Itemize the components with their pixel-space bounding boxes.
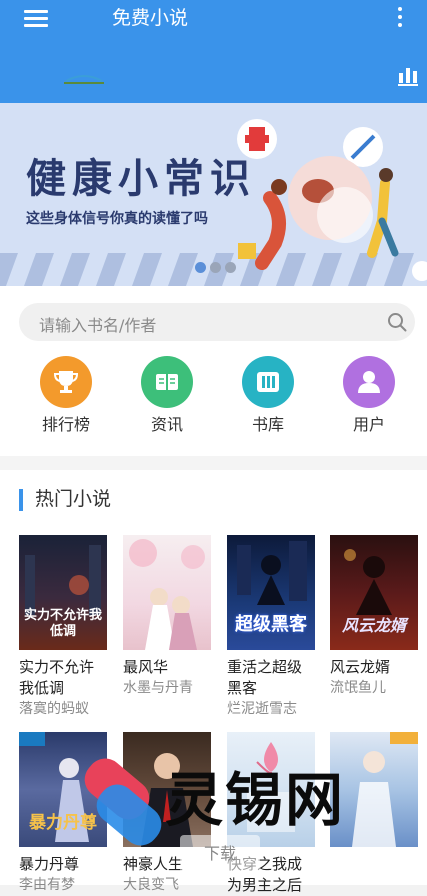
quick-link-label: 资讯: [150, 415, 183, 434]
quick-link-ranking[interactable]: 排行榜: [28, 356, 104, 436]
book-title: 最风华: [123, 658, 169, 676]
section-divider: [0, 456, 427, 470]
quick-link-library[interactable]: 书库: [230, 356, 306, 436]
banner-title: 健康小常识: [26, 156, 256, 202]
section-accent-bar: [19, 489, 23, 511]
bar-chart-icon[interactable]: [397, 65, 419, 87]
book-cover[interactable]: 超级黑客: [227, 535, 315, 650]
book-card[interactable]: 实力不允许我低调 实力不允许我低调 落寞的蚂蚁: [19, 535, 107, 719]
book-author: 落寞的蚂蚁: [19, 701, 89, 717]
book-author: 水墨与丹青: [123, 680, 193, 696]
book-title: 风云龙婿: [330, 658, 391, 676]
book-title: 实力不允许我低调: [19, 658, 95, 697]
book-author: 流氓鱼儿: [330, 680, 386, 696]
watermark-text: 灵锡网: [165, 766, 346, 834]
search-input[interactable]: 请输入书名/作者: [39, 312, 156, 336]
banner-dot[interactable]: [210, 262, 221, 273]
book-card[interactable]: 最风华 水墨与丹青: [123, 535, 211, 698]
book-author: 李由有梦: [19, 877, 75, 893]
app-title: 免费小说: [112, 7, 189, 29]
quick-link-news[interactable]: 资讯: [129, 356, 205, 436]
site-logo: [60, 70, 108, 84]
book-author: 烂泥逝雪志: [227, 701, 297, 717]
menu-icon[interactable]: [24, 10, 48, 28]
app-header: 免费小说: [0, 0, 427, 103]
quick-link-label: 用户: [352, 415, 385, 434]
book-cover[interactable]: 风云龙婿: [330, 535, 418, 650]
cover-art: [129, 539, 205, 650]
trophy-icon: [40, 356, 92, 408]
banner-subtitle: 这些身体信号你真的读懂了吗: [26, 211, 208, 227]
book-card[interactable]: 超级黑客 重活之超级黑客 烂泥逝雪志: [227, 535, 315, 719]
books-icon: [242, 356, 294, 408]
cover-title: 实力不允许我低调: [23, 608, 102, 639]
book-title: 重活之超级黑客: [227, 658, 303, 697]
cover-title: 超级黑客: [235, 614, 307, 635]
news-icon: [141, 356, 193, 408]
section-title: 热门小说: [35, 488, 112, 510]
cover-title: 风云龙婿: [341, 616, 406, 635]
banner-pagination: [195, 258, 240, 273]
user-icon: [343, 356, 395, 408]
quick-link-label: 排行榜: [41, 415, 90, 434]
banner-dot[interactable]: [225, 262, 236, 273]
search-icon[interactable]: [387, 312, 407, 332]
quick-link-label: 书库: [251, 415, 284, 434]
book-author: 大良变飞: [123, 877, 179, 893]
quick-link-user[interactable]: 用户: [331, 356, 407, 436]
banner-dot[interactable]: [195, 262, 206, 273]
download-button[interactable]: 下载: [180, 835, 260, 873]
book-cover[interactable]: [123, 535, 211, 650]
promo-banner[interactable]: 健康小常识 这些身体信号你真的读懂了吗: [0, 103, 427, 286]
search-bar[interactable]: 请输入书名/作者: [19, 303, 415, 341]
more-vertical-icon[interactable]: [396, 7, 404, 29]
book-card[interactable]: 风云龙婿 风云龙婿 流氓鱼儿: [330, 535, 418, 698]
book-cover[interactable]: 实力不允许我低调: [19, 535, 107, 650]
